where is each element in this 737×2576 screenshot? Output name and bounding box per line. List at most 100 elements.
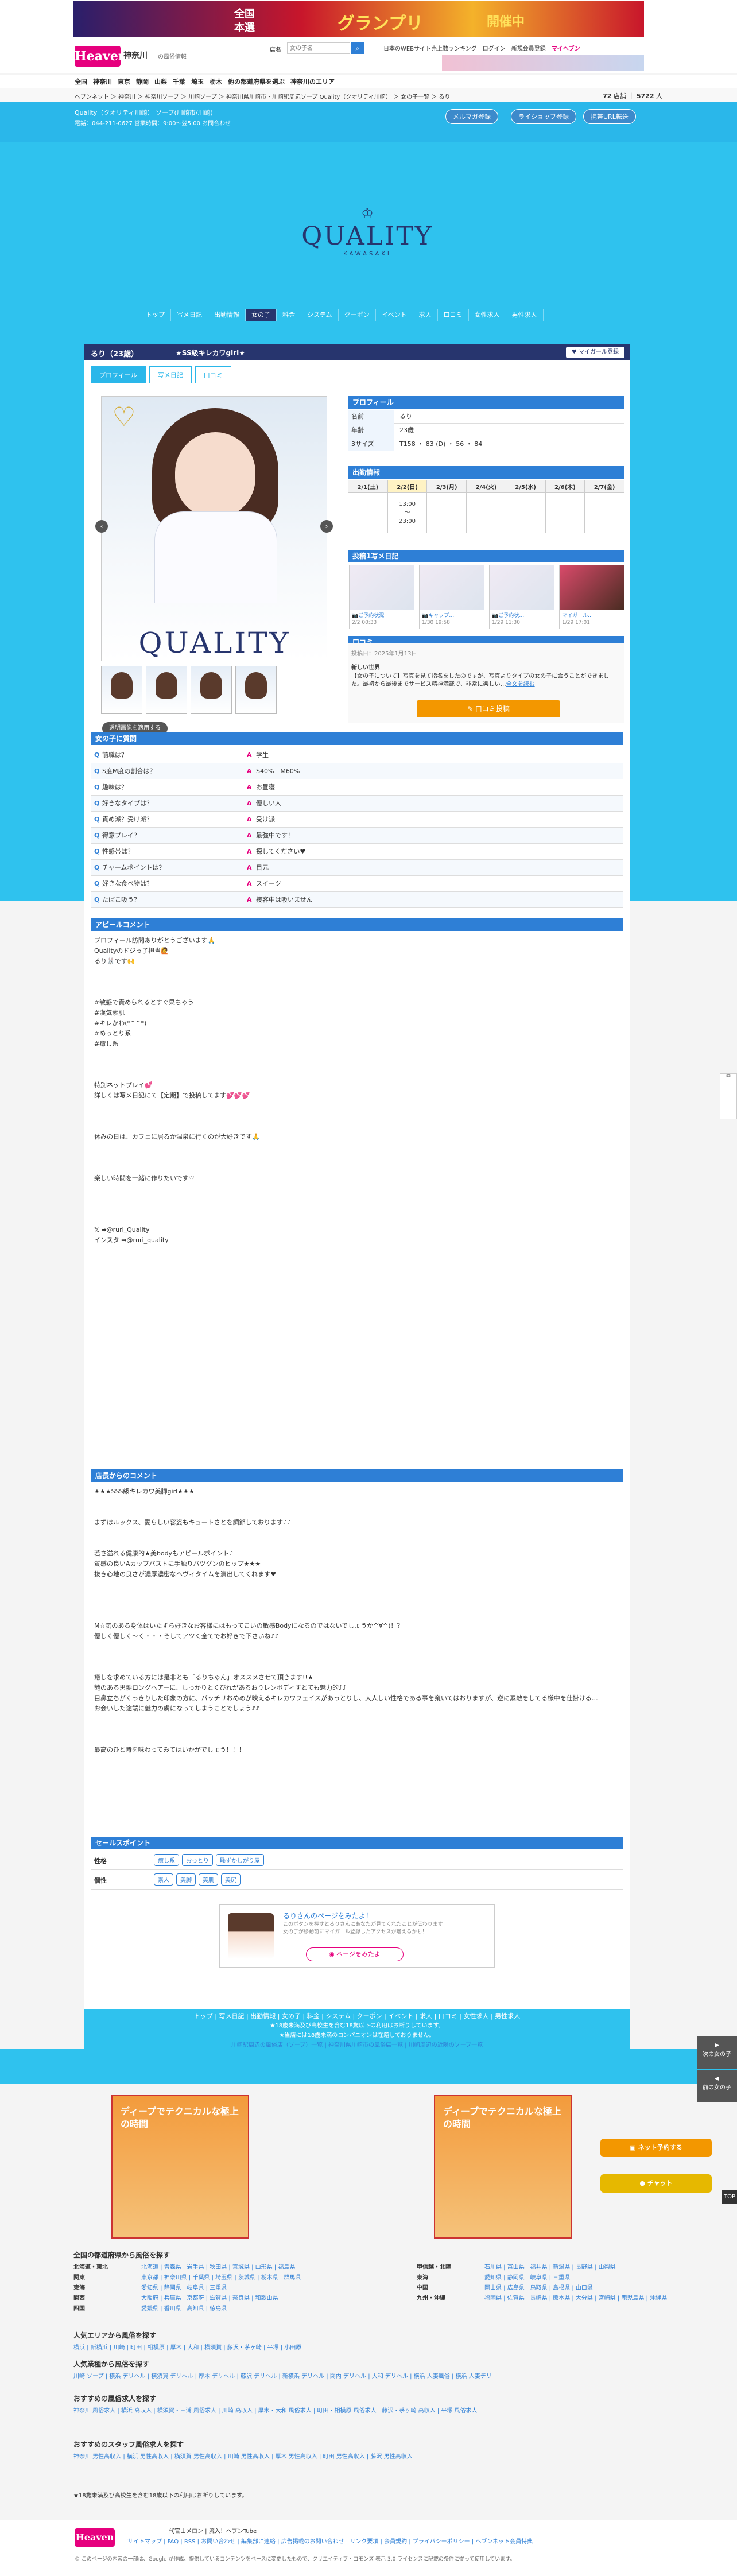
rec2-links[interactable]: 神奈川 男性高収入 | 横浜 男性高収入 | 横須賀 男性高収入 | 川崎 男性… xyxy=(73,2452,664,2462)
shop-nav-item[interactable]: クーポン xyxy=(339,309,376,321)
lineshop-button[interactable]: ライショップ登録 xyxy=(511,109,576,124)
shop-nav-item[interactable]: 料金 xyxy=(277,309,301,321)
diary-card[interactable]: マイガール… 1/29 17:01 xyxy=(559,565,624,629)
mailmag-button[interactable]: メルマガ登録 xyxy=(445,109,498,124)
visit-button[interactable]: ◉ ページをみたよ xyxy=(306,1947,404,1961)
nav-item[interactable]: 千葉 xyxy=(173,77,185,86)
shop-nav-item-active[interactable]: 女の子 xyxy=(246,309,277,321)
prev-girl-button[interactable]: ◀ 前の女の子 xyxy=(697,2070,737,2102)
tag[interactable]: 癒し系 xyxy=(154,1854,179,1866)
header-link-ranking[interactable]: 日本のWEBサイト売上数ランキング xyxy=(383,44,477,52)
top-button[interactable]: TOP xyxy=(722,2190,737,2204)
ad-banner[interactable]: ディープでテクニカルな極上の時間 xyxy=(111,2095,249,2239)
net-reserve-chip[interactable]: ▣ ネット予約する xyxy=(600,2139,712,2157)
nav-item[interactable]: 山梨 xyxy=(154,77,167,86)
region-links[interactable]: 愛知県 | 静岡県 | 岐阜県 | 三重県 xyxy=(484,2273,737,2283)
region-links[interactable]: 大阪府 | 兵庫県 | 京都府 | 滋賀県 | 奈良県 | 和歌山県 xyxy=(141,2294,405,2304)
thumbnail[interactable] xyxy=(191,666,232,714)
nav-item[interactable]: 他の都道府県を選ぶ xyxy=(228,77,285,86)
header-ad-banner[interactable] xyxy=(442,55,644,71)
region-links[interactable]: 石川県 | 富山県 | 福井県 | 新潟県 | 長野県 | 山梨県 xyxy=(484,2263,737,2273)
banner-image[interactable]: 全国 本選 グランプリ 開催中 xyxy=(73,1,644,37)
type-links[interactable]: 川崎 ソープ | 横浜 デリヘル | 横須賀 デリヘル | 厚木 デリヘル | … xyxy=(73,2372,664,2382)
shop-nav-item[interactable]: 口コミ xyxy=(438,309,469,321)
shop-title[interactable]: Quality（クオリティ川崎） ソープ(川崎市/川崎) xyxy=(75,108,213,117)
review-more-link[interactable]: 全文を読む xyxy=(506,681,535,688)
tag[interactable]: 素人 xyxy=(154,1873,173,1886)
area-links[interactable]: 横浜 | 新横浜 | 川崎 | 町田 | 相模原 | 厚木 | 大和 | 横須賀… xyxy=(73,2343,664,2353)
nav-item[interactable]: 神奈川 xyxy=(93,77,112,86)
prev-photo-arrow[interactable]: ‹ xyxy=(95,520,108,533)
tag[interactable]: 恥ずかしがり屋 xyxy=(216,1854,264,1866)
chat-bubble-icon: ● xyxy=(639,2179,647,2187)
region-links[interactable]: 北海道 | 青森県 | 岩手県 | 秋田県 | 宮城県 | 山形県 | 福島県 xyxy=(141,2263,405,2273)
nav-item[interactable]: 神奈川のエリア xyxy=(290,77,335,86)
schedule-time xyxy=(545,492,585,533)
shop-nav-item[interactable]: トップ xyxy=(140,309,171,321)
top-banner[interactable]: 全国 本選 グランプリ 開催中 xyxy=(0,0,737,40)
tag[interactable]: 美肌 xyxy=(199,1873,218,1886)
ad-banner[interactable]: ディープでテクニカルな極上の時間 xyxy=(434,2095,572,2239)
schedule-table: 2/1(土) 2/2(日) 2/3(月) 2/4(火) 2/5(水) 2/6(木… xyxy=(348,480,624,533)
ad-text: ディープでテクニカルな極上の時間 xyxy=(121,2106,239,2129)
header-link-register[interactable]: 新規会員登録 xyxy=(511,44,546,52)
search-input[interactable] xyxy=(287,42,350,54)
region-links[interactable]: 岡山県 | 広島県 | 鳥取県 | 島根県 | 山口県 xyxy=(484,2283,737,2294)
diary-title: マイガール… xyxy=(562,613,594,619)
region-links[interactable]: 愛知県 | 静岡県 | 岐阜県 | 三重県 xyxy=(141,2283,405,2294)
main-content: るり（23歳） ★SS級キレカワgirl★ ♥ マイガール登録 プロフィール 写… xyxy=(84,344,630,2049)
shop-nav-item[interactable]: 男性求人 xyxy=(506,309,544,321)
region-links[interactable]: 東京都 | 神奈川県 | 千葉県 | 埼玉県 | 茨城県 | 栃木県 | 群馬県 xyxy=(141,2273,405,2283)
tag[interactable]: 美脚 xyxy=(176,1873,196,1886)
region-links[interactable]: 愛媛県 | 香川県 | 高知県 | 徳島県 xyxy=(141,2304,405,2314)
footer-app-links[interactable]: 代官山メロン | 流入！ヘブンTube xyxy=(169,2526,257,2535)
diary-date: 1/30 19:58 xyxy=(422,620,451,626)
diary-card[interactable]: 📷キャップ… 1/30 19:58 xyxy=(419,565,484,629)
chat-chip[interactable]: ● チャット xyxy=(600,2174,712,2193)
diary-card[interactable]: 📷ご予約状… 1/29 11:30 xyxy=(489,565,554,629)
visit-subtitle: このボタンを押すとるりさんにあなたが見てくれたことが伝わります 女の子が移動前に… xyxy=(283,1922,443,1935)
nav-item[interactable]: 全国 xyxy=(75,77,87,86)
shop-nav-item[interactable]: 写メ日記 xyxy=(171,309,208,321)
nav-item[interactable]: 静岡 xyxy=(136,77,149,86)
tag[interactable]: 美尻 xyxy=(221,1873,241,1886)
footer-links[interactable]: サイトマップ | FAQ | RSS | お問い合わせ | 編集部に連絡 | 広… xyxy=(127,2536,661,2545)
next-photo-arrow[interactable]: › xyxy=(320,520,333,533)
region-links[interactable]: 福岡県 | 佐賀県 | 長崎県 | 熊本県 | 大分県 | 宮崎県 | 鹿児島県… xyxy=(484,2294,737,2304)
shop-nav-item[interactable]: イベント xyxy=(376,309,413,321)
mobile-url-button[interactable]: 携帯URL転送 xyxy=(583,109,636,124)
review-post-button[interactable]: ✎ 口コミ投稿 xyxy=(417,700,560,717)
shop-nav-item[interactable]: システム xyxy=(301,309,339,321)
nav-item[interactable]: 東京 xyxy=(118,77,130,86)
rec-links[interactable]: 神奈川 風俗求人 | 横浜 高収入 | 横須賀・三浦 風俗求人 | 川崎 高収入… xyxy=(73,2406,664,2416)
shop-nav-item[interactable]: 出勤情報 xyxy=(208,309,246,321)
header-link-login[interactable]: ログイン xyxy=(483,44,506,52)
next-girl-button[interactable]: ▶ 次の女の子 xyxy=(697,2036,737,2069)
breadcrumb[interactable]: ヘブンネット ＞ 神奈川 ＞ 神奈川ソープ ＞ 川崎ソープ ＞ 神奈川県川崎市・… xyxy=(75,92,450,100)
shop-logo[interactable]: ♔ QUALITY KAWASAKI xyxy=(290,205,445,257)
heaven-logo[interactable]: Heaven xyxy=(75,46,127,67)
nav-item[interactable]: 埼玉 xyxy=(191,77,204,86)
thumbnail[interactable] xyxy=(235,666,277,714)
my-girl-button[interactable]: ♥ マイガール登録 xyxy=(565,347,624,358)
thumbnail[interactable] xyxy=(146,666,187,714)
diary-card[interactable]: 📷ご予約状況 2/2 00:33 xyxy=(349,565,414,629)
area-list: 人気エリアから風俗を探す 横浜 | 新横浜 | 川崎 | 町田 | 相模原 | … xyxy=(73,2330,664,2353)
header-link-myheaven[interactable]: マイヘブン xyxy=(552,44,580,52)
tag[interactable]: おっとり xyxy=(182,1854,213,1866)
girl-photo[interactable]: ♡ QUALITY xyxy=(101,396,327,661)
schedule-header: 出勤情報 xyxy=(348,466,624,479)
shop-nav-item[interactable]: 求人 xyxy=(413,309,438,321)
shop-nav-item[interactable]: 女性求人 xyxy=(469,309,506,321)
search-icon[interactable]: ⌕ xyxy=(351,42,364,54)
list-heading: おすすめの風俗求人を探す xyxy=(73,2395,157,2403)
tab-diary[interactable]: 写メ日記 xyxy=(149,366,192,383)
qa-answer: スイーツ xyxy=(256,880,281,887)
footer-logo[interactable]: Heaven xyxy=(75,2528,115,2547)
footer-shop-links[interactable]: トップ | 写メ日記 | 出勤情報 | 女の子 | 料金 | システム | クー… xyxy=(84,2011,630,2021)
nav-item[interactable]: 栃木 xyxy=(210,77,222,86)
side-feedback-tab[interactable]: ✉ xyxy=(720,1073,737,1119)
tab-review[interactable]: 口コミ xyxy=(195,366,231,383)
thumbnail[interactable] xyxy=(101,666,142,714)
tab-profile[interactable]: プロフィール xyxy=(91,366,146,383)
